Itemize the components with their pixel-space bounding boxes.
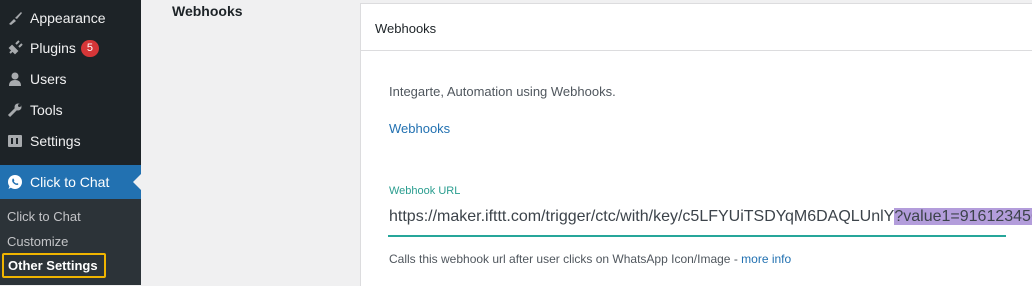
sidebar-item-label: Tools [30,102,63,118]
sidebar-item-users[interactable]: Users [0,64,141,94]
settings-icon [7,133,23,149]
sidebar-item-label: Users [30,71,67,87]
webhook-url-value: https://maker.ifttt.com/trigger/ctc/with… [389,208,895,225]
sidebar-item-tools[interactable]: Tools [0,95,141,125]
user-icon [7,71,23,87]
more-info-link[interactable]: more info [741,252,791,266]
sidebar-item-label: Click to Chat [30,174,110,190]
submenu: Click to Chat Customize Other Settings [0,199,141,285]
settings-row-label: Webhooks [172,3,243,19]
webhooks-card: Webhooks Integarte, Automation using Web… [360,3,1032,286]
sidebar-item-plugins[interactable]: Plugins 5 [0,33,141,63]
help-description: Calls this webhook url after user clicks… [389,252,742,266]
card-header[interactable]: Webhooks [361,4,1032,51]
card-description: Integarte, Automation using Webhooks. [389,84,616,99]
admin-sidebar: Appearance Plugins 5 Users Tools Settings… [0,0,141,285]
update-count-badge: 5 [80,40,99,57]
sidebar-item-label: Plugins [30,40,76,56]
webhooks-link[interactable]: Webhooks [389,121,450,136]
submenu-item-customize[interactable]: Customize [7,234,68,249]
sidebar-item-click-to-chat[interactable]: Click to Chat [0,165,141,199]
wrench-icon [7,102,23,118]
submenu-item-click-to-chat[interactable]: Click to Chat [7,209,81,224]
plugin-icon [7,40,23,56]
webhook-url-selected-text: ?value1=916123456789 [894,208,1032,225]
current-menu-arrow [133,174,141,190]
sidebar-item-appearance[interactable]: Appearance [0,3,141,33]
submenu-item-other-settings[interactable]: Other Settings [2,253,106,278]
card-title: Webhooks [375,21,437,36]
webhook-url-label: Webhook URL [389,185,461,197]
sidebar-item-label: Appearance [30,10,106,26]
paintbrush-icon [7,10,23,26]
webhook-url-input[interactable]: https://maker.ifttt.com/trigger/ctc/with… [388,202,1032,237]
help-text: Calls this webhook url after user clicks… [389,252,791,266]
whatsapp-icon [7,174,23,190]
sidebar-item-settings[interactable]: Settings [0,126,141,156]
sidebar-item-label: Settings [30,133,81,149]
